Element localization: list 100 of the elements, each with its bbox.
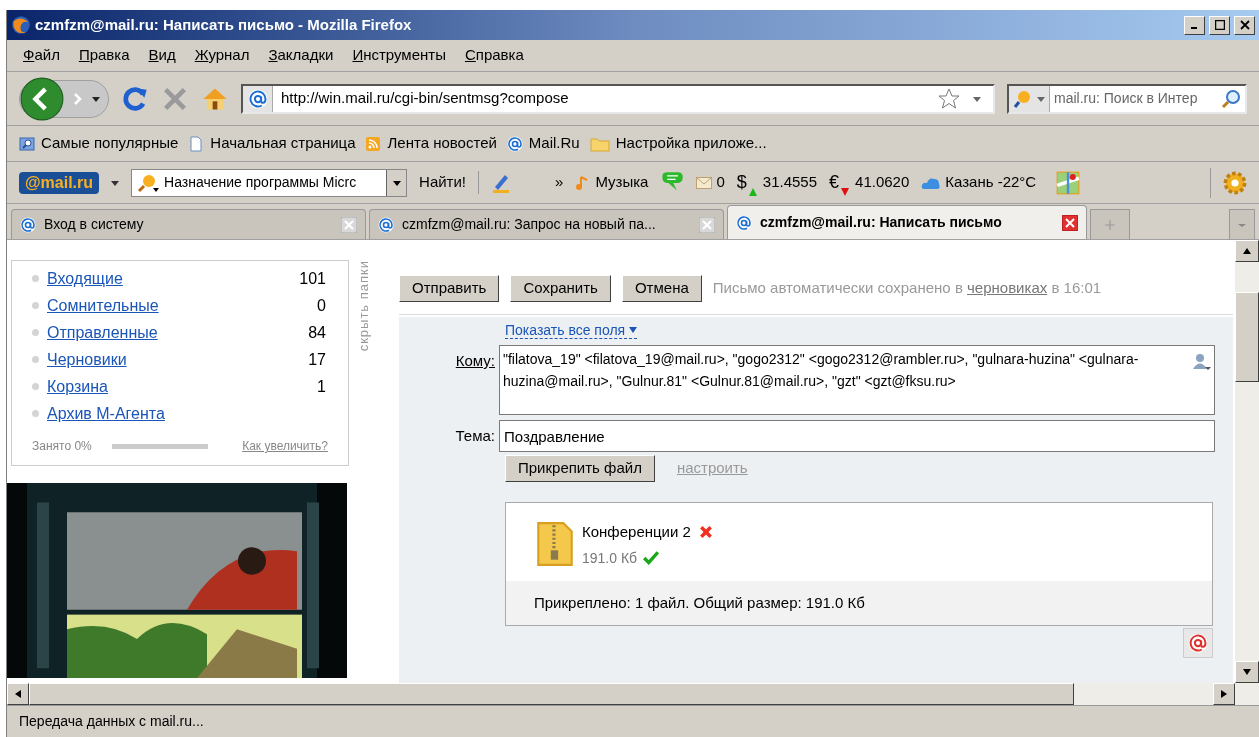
search-input[interactable]: mail.ru: Поиск в Интер	[1050, 88, 1221, 109]
settings-icon[interactable]	[1223, 170, 1247, 195]
caret-icon[interactable]	[92, 94, 100, 103]
back-icon[interactable]	[20, 76, 64, 121]
map-icon[interactable]	[1056, 170, 1081, 195]
at-icon	[378, 216, 394, 233]
eur-rate: 41.0620	[855, 172, 910, 193]
folder-link[interactable]: Отправленные	[47, 320, 309, 345]
feed-icon	[365, 135, 382, 152]
weather-text[interactable]: Казань -22°C	[945, 171, 1037, 194]
at-icon	[1188, 632, 1208, 653]
magnifier-icon	[136, 172, 161, 193]
at-icon	[506, 135, 523, 152]
mail-count: 0	[716, 172, 725, 193]
folder-link[interactable]: Архив М-Агента	[47, 401, 328, 426]
toolbar-search-field[interactable]: Назначение программы Micrc	[131, 168, 408, 197]
at-icon	[20, 216, 36, 233]
pencil-icon[interactable]	[491, 172, 512, 193]
search-icon[interactable]	[1221, 88, 1241, 109]
to-field[interactable]: "filatova_19" <filatova_19@mail.ru>, "gogo2312" <gogo2312@rambler.ru>, "gulnara-huzina" <gulnara-huzina@mail.ru>, "Gulnur.81" <Gulnur.81@mail.ru>, "gzt" <gzt@fksu.ru>	[499, 345, 1215, 415]
dropdown-icon[interactable]	[392, 178, 401, 187]
folder-count: 17	[308, 349, 327, 370]
dollar-sign: $	[736, 171, 747, 194]
envelope-icon	[696, 176, 713, 189]
window-title: czmfzm@mail.ru: Написать письмо - Mozilla Firefox	[35, 14, 413, 35]
caret-icon[interactable]	[973, 94, 981, 103]
caret-icon	[629, 327, 638, 333]
menu-item[interactable]: Журнал	[194, 44, 250, 67]
attachments-summary: Прикреплено: 1 файл. Общий размер: 191.0 Кб	[534, 593, 865, 611]
folder-count: 84	[308, 322, 327, 343]
scroll-thumb[interactable]	[1235, 292, 1259, 382]
down-arrow-icon	[1243, 669, 1251, 675]
attach-button[interactable]: Прикрепить файл	[505, 455, 655, 482]
usd-rate: 31.4555	[762, 172, 818, 193]
mail-logo[interactable]: @mail.ru	[19, 171, 100, 194]
menu-item[interactable]: Справка	[464, 44, 524, 67]
form-button[interactable]: Отправить	[399, 275, 500, 302]
folder-link[interactable]: Черновики	[47, 347, 309, 372]
reload-icon[interactable]	[121, 84, 149, 113]
zip-file-icon	[536, 521, 574, 567]
left-arrow-icon	[15, 690, 21, 698]
vertical-scrollbar[interactable]	[1235, 240, 1259, 683]
folder-link[interactable]: Сомнительные	[47, 293, 318, 318]
magnifier-icon	[1013, 88, 1033, 109]
folder-link[interactable]: Входящие	[47, 266, 300, 291]
attachment-size: 191.0 Кб	[582, 548, 638, 568]
close-icon[interactable]	[1062, 214, 1078, 231]
browser-tab[interactable]: Вход в систему	[11, 209, 366, 239]
delete-icon[interactable]	[698, 525, 713, 540]
euro-sign: €	[829, 171, 840, 194]
folder-link[interactable]: Корзина	[47, 374, 318, 399]
more-button[interactable]: »	[555, 171, 564, 194]
drafts-link[interactable]: черновиках	[967, 279, 1048, 297]
bookmark-link[interactable]: Лента новостей	[387, 132, 497, 155]
bookmark-link[interactable]: Настройка приложе...	[615, 132, 767, 155]
menu-item[interactable]: Закладки	[268, 44, 334, 67]
caret-icon[interactable]	[111, 178, 120, 187]
cloud-icon	[921, 176, 942, 189]
folder-count: 1	[317, 376, 327, 397]
music-link[interactable]: Музыка	[595, 171, 649, 194]
maximize-icon[interactable]	[1209, 15, 1230, 35]
show-fields-link[interactable]: Показать все поля	[505, 322, 638, 339]
address-field[interactable]: http://win.mail.ru/cgi-bin/sentmsg?compose	[241, 83, 995, 114]
menu-item[interactable]: Инструменты	[352, 44, 446, 67]
storage-label: Занято 0%	[32, 438, 92, 455]
menu-item[interactable]: Файл	[23, 44, 60, 67]
browser-tab[interactable]: czmfzm@mail.ru: Запрос на новый па...	[369, 209, 724, 239]
tab-title: Вход в систему	[44, 215, 145, 234]
find-button[interactable]: Найти!	[419, 171, 480, 194]
menu-item[interactable]: Вид	[148, 44, 176, 67]
url-text: http://win.mail.ru/cgi-bin/sentmsg?compose	[280, 88, 570, 109]
globe-icon	[11, 15, 31, 35]
at-icon	[736, 214, 752, 231]
search-value: Назначение программы Micrc	[164, 173, 358, 192]
back-forward-control[interactable]	[19, 79, 109, 118]
storage-link[interactable]: Как увеличить?	[242, 437, 328, 455]
bullet-icon	[32, 383, 39, 390]
tab-title: czmfzm@mail.ru: Запрос на новый па...	[402, 215, 657, 234]
horizontal-scrollbar[interactable]	[7, 683, 1259, 705]
minimize-icon[interactable]	[1184, 15, 1205, 35]
at-button[interactable]	[1183, 627, 1213, 658]
form-button[interactable]: Отмена	[621, 275, 702, 302]
form-button[interactable]: Сохранить	[510, 275, 611, 302]
subject-field[interactable]: Поздравление	[499, 420, 1215, 452]
folder-count: 0	[317, 295, 327, 316]
to-label[interactable]: Кому:	[435, 345, 499, 373]
caret-icon[interactable]	[1037, 94, 1045, 103]
menu-item[interactable]: Правка	[78, 44, 130, 67]
bullet-icon	[32, 275, 39, 282]
at-icon	[247, 88, 268, 109]
search-field[interactable]: mail.ru: Поиск в Интер	[1007, 83, 1247, 114]
bookmark-link[interactable]: Начальная страница	[210, 132, 356, 155]
autosave-note: Письмо автоматически сохранено в черновиках в 16:01	[712, 278, 1102, 299]
page-icon	[188, 133, 205, 154]
contact-icon[interactable]	[1191, 352, 1211, 372]
star-icon[interactable]	[937, 86, 961, 111]
right-arrow-icon	[1221, 690, 1227, 698]
bookmark-link[interactable]: Самые популярные	[41, 132, 179, 155]
bookmark-link[interactable]: Mail.Ru	[528, 132, 580, 155]
browser-tab[interactable]: czmfzm@mail.ru: Написать письмо	[727, 205, 1087, 239]
